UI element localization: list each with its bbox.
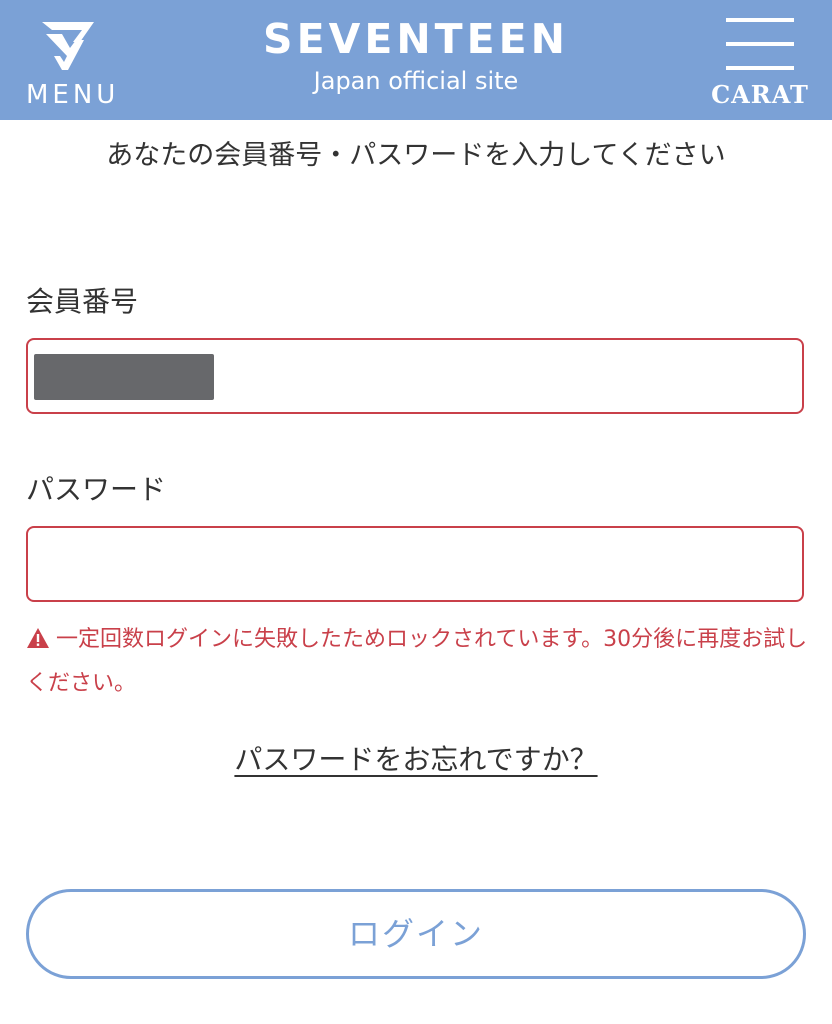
password-input[interactable] <box>28 528 802 600</box>
hamburger-icon <box>726 18 794 70</box>
redacted-value <box>34 354 214 400</box>
brand-title: SEVENTEEN <box>263 15 569 63</box>
site-header: MENU SEVENTEEN Japan official site CARAT <box>0 0 832 120</box>
login-button[interactable]: ログイン <box>26 889 806 979</box>
menu-button[interactable]: MENU <box>26 14 120 114</box>
error-message: 一定回数ログインに失敗したためロックされています。30分後に再度お試しください。 <box>26 627 808 696</box>
brand-subtitle: Japan official site <box>313 67 519 95</box>
menu-label: MENU <box>26 80 120 110</box>
forgot-password: パスワードをお忘れですか？ <box>0 738 832 778</box>
warning-icon <box>27 628 49 648</box>
forgot-password-link[interactable]: パスワードをお忘れですか？ <box>234 743 597 776</box>
lockout-error: 一定回数ログインに失敗したためロックされています。30分後に再度お試しください。 <box>26 618 816 706</box>
carat-label: CARAT <box>711 80 809 109</box>
login-instruction: あなたの会員番号・パスワードを入力してください <box>106 140 726 171</box>
password-field[interactable] <box>26 526 804 602</box>
carat-button[interactable]: CARAT <box>700 18 820 114</box>
member-number-field[interactable] <box>26 338 804 414</box>
member-number-label: 会員番号 <box>26 285 139 318</box>
login-page: MENU SEVENTEEN Japan official site CARAT… <box>0 0 832 1024</box>
site-brand[interactable]: SEVENTEEN Japan official site <box>216 14 616 98</box>
password-label: パスワード <box>26 473 167 506</box>
seventeen-logo-icon <box>42 22 94 70</box>
